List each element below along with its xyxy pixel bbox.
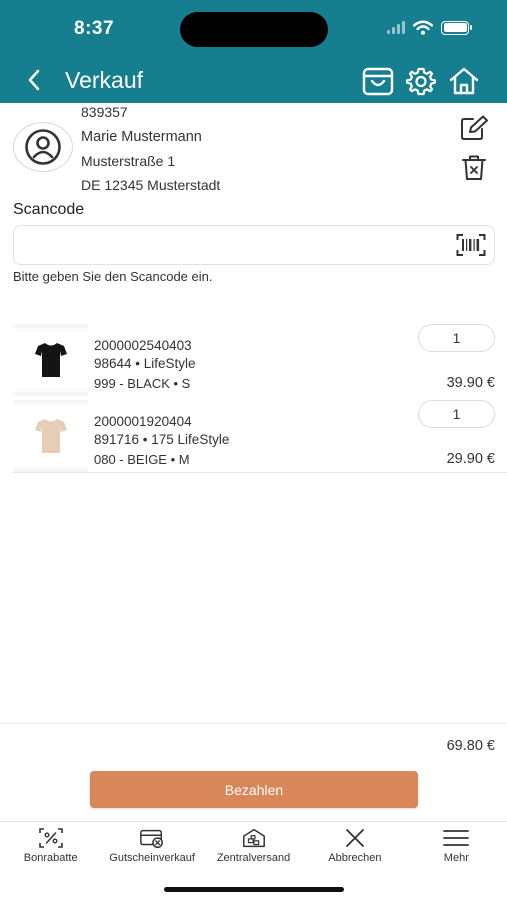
quantity-field[interactable]: 1 (418, 400, 495, 428)
product-image (13, 400, 88, 472)
page-title: Verkauf (65, 67, 143, 93)
home-indicator (164, 887, 344, 892)
tab-gutscheinverkauf[interactable]: Gutscheinverkauf (101, 822, 202, 869)
tshirt-icon (34, 419, 67, 453)
item-ean: 2000001920404 (94, 414, 192, 429)
voucher-icon (139, 827, 165, 849)
settings-button[interactable] (405, 65, 437, 97)
home-button[interactable] (448, 65, 480, 97)
customer-number: 839357 (81, 104, 128, 120)
tab-label: Abbrechen (328, 852, 382, 864)
bottom-tab-bar: Bonrabatte Gutscheinverkauf Zentralversa… (0, 821, 507, 869)
tab-zentralversand[interactable]: Zentralversand (203, 822, 304, 869)
barcode-scan-button[interactable] (456, 232, 486, 258)
status-icons (387, 20, 472, 35)
back-button[interactable] (22, 66, 46, 94)
tab-label: Gutscheinverkauf (109, 852, 195, 864)
percent-scan-icon (38, 827, 64, 849)
item-price: 29.90 € (446, 451, 495, 467)
edit-icon (461, 115, 488, 140)
item-article: 98644 • LifeStyle (94, 356, 196, 371)
gear-icon (406, 67, 436, 96)
close-icon (342, 827, 368, 849)
tab-mehr[interactable]: Mehr (406, 822, 507, 869)
total-divider (0, 723, 507, 724)
tab-bonrabatte[interactable]: Bonrabatte (0, 822, 101, 869)
customer-street: Musterstraße 1 (81, 153, 176, 169)
signal-icon (387, 21, 405, 34)
menu-icon (443, 827, 470, 849)
quantity-field[interactable]: 1 (418, 324, 495, 352)
tab-label: Bonrabatte (23, 852, 78, 864)
dynamic-island (180, 12, 328, 47)
scancode-label: Scancode (13, 201, 85, 218)
cart-divider (13, 472, 507, 473)
battery-icon (441, 20, 472, 35)
remove-customer-button[interactable] (460, 154, 488, 182)
item-price: 39.90 € (446, 375, 495, 391)
cart-item[interactable]: 2000001920404 891716 • 175 LifeStyle 080… (0, 398, 507, 474)
barcode-scan-icon (456, 234, 486, 256)
status-time: 8:37 (74, 18, 115, 39)
item-variant: 999 - BLACK • S (94, 376, 191, 391)
scancode-field (13, 225, 495, 265)
pay-button[interactable]: Bezahlen (90, 771, 418, 808)
item-ean: 2000002540403 (94, 338, 192, 353)
home-icon (449, 67, 479, 95)
basket-button[interactable] (362, 65, 394, 97)
cart-item[interactable]: 2000002540403 98644 • LifeStyle 999 - BL… (0, 322, 507, 398)
edit-customer-button[interactable] (458, 114, 490, 142)
item-article: 891716 • 175 LifeStyle (94, 432, 230, 447)
customer-city: DE 12345 Musterstadt (81, 177, 221, 193)
tab-label: Zentralversand (216, 852, 291, 864)
basket-icon (362, 67, 394, 96)
cart-total: 69.80 € (446, 738, 495, 754)
tab-abbrechen[interactable]: Abbrechen (304, 822, 405, 869)
warehouse-icon (241, 827, 267, 849)
item-variant: 080 - BEIGE • M (94, 452, 190, 467)
trash-icon (462, 155, 486, 180)
scancode-input[interactable] (14, 226, 444, 264)
user-circle-icon (25, 129, 61, 165)
customer-avatar[interactable] (13, 122, 73, 172)
product-image (13, 324, 88, 396)
tab-label: Mehr (443, 852, 469, 864)
wifi-icon (413, 20, 433, 35)
scancode-hint: Bitte geben Sie den Scancode ein. (13, 269, 213, 284)
customer-name: Marie Mustermann (81, 129, 202, 145)
tshirt-icon (34, 343, 67, 377)
back-chevron-icon (28, 69, 40, 91)
